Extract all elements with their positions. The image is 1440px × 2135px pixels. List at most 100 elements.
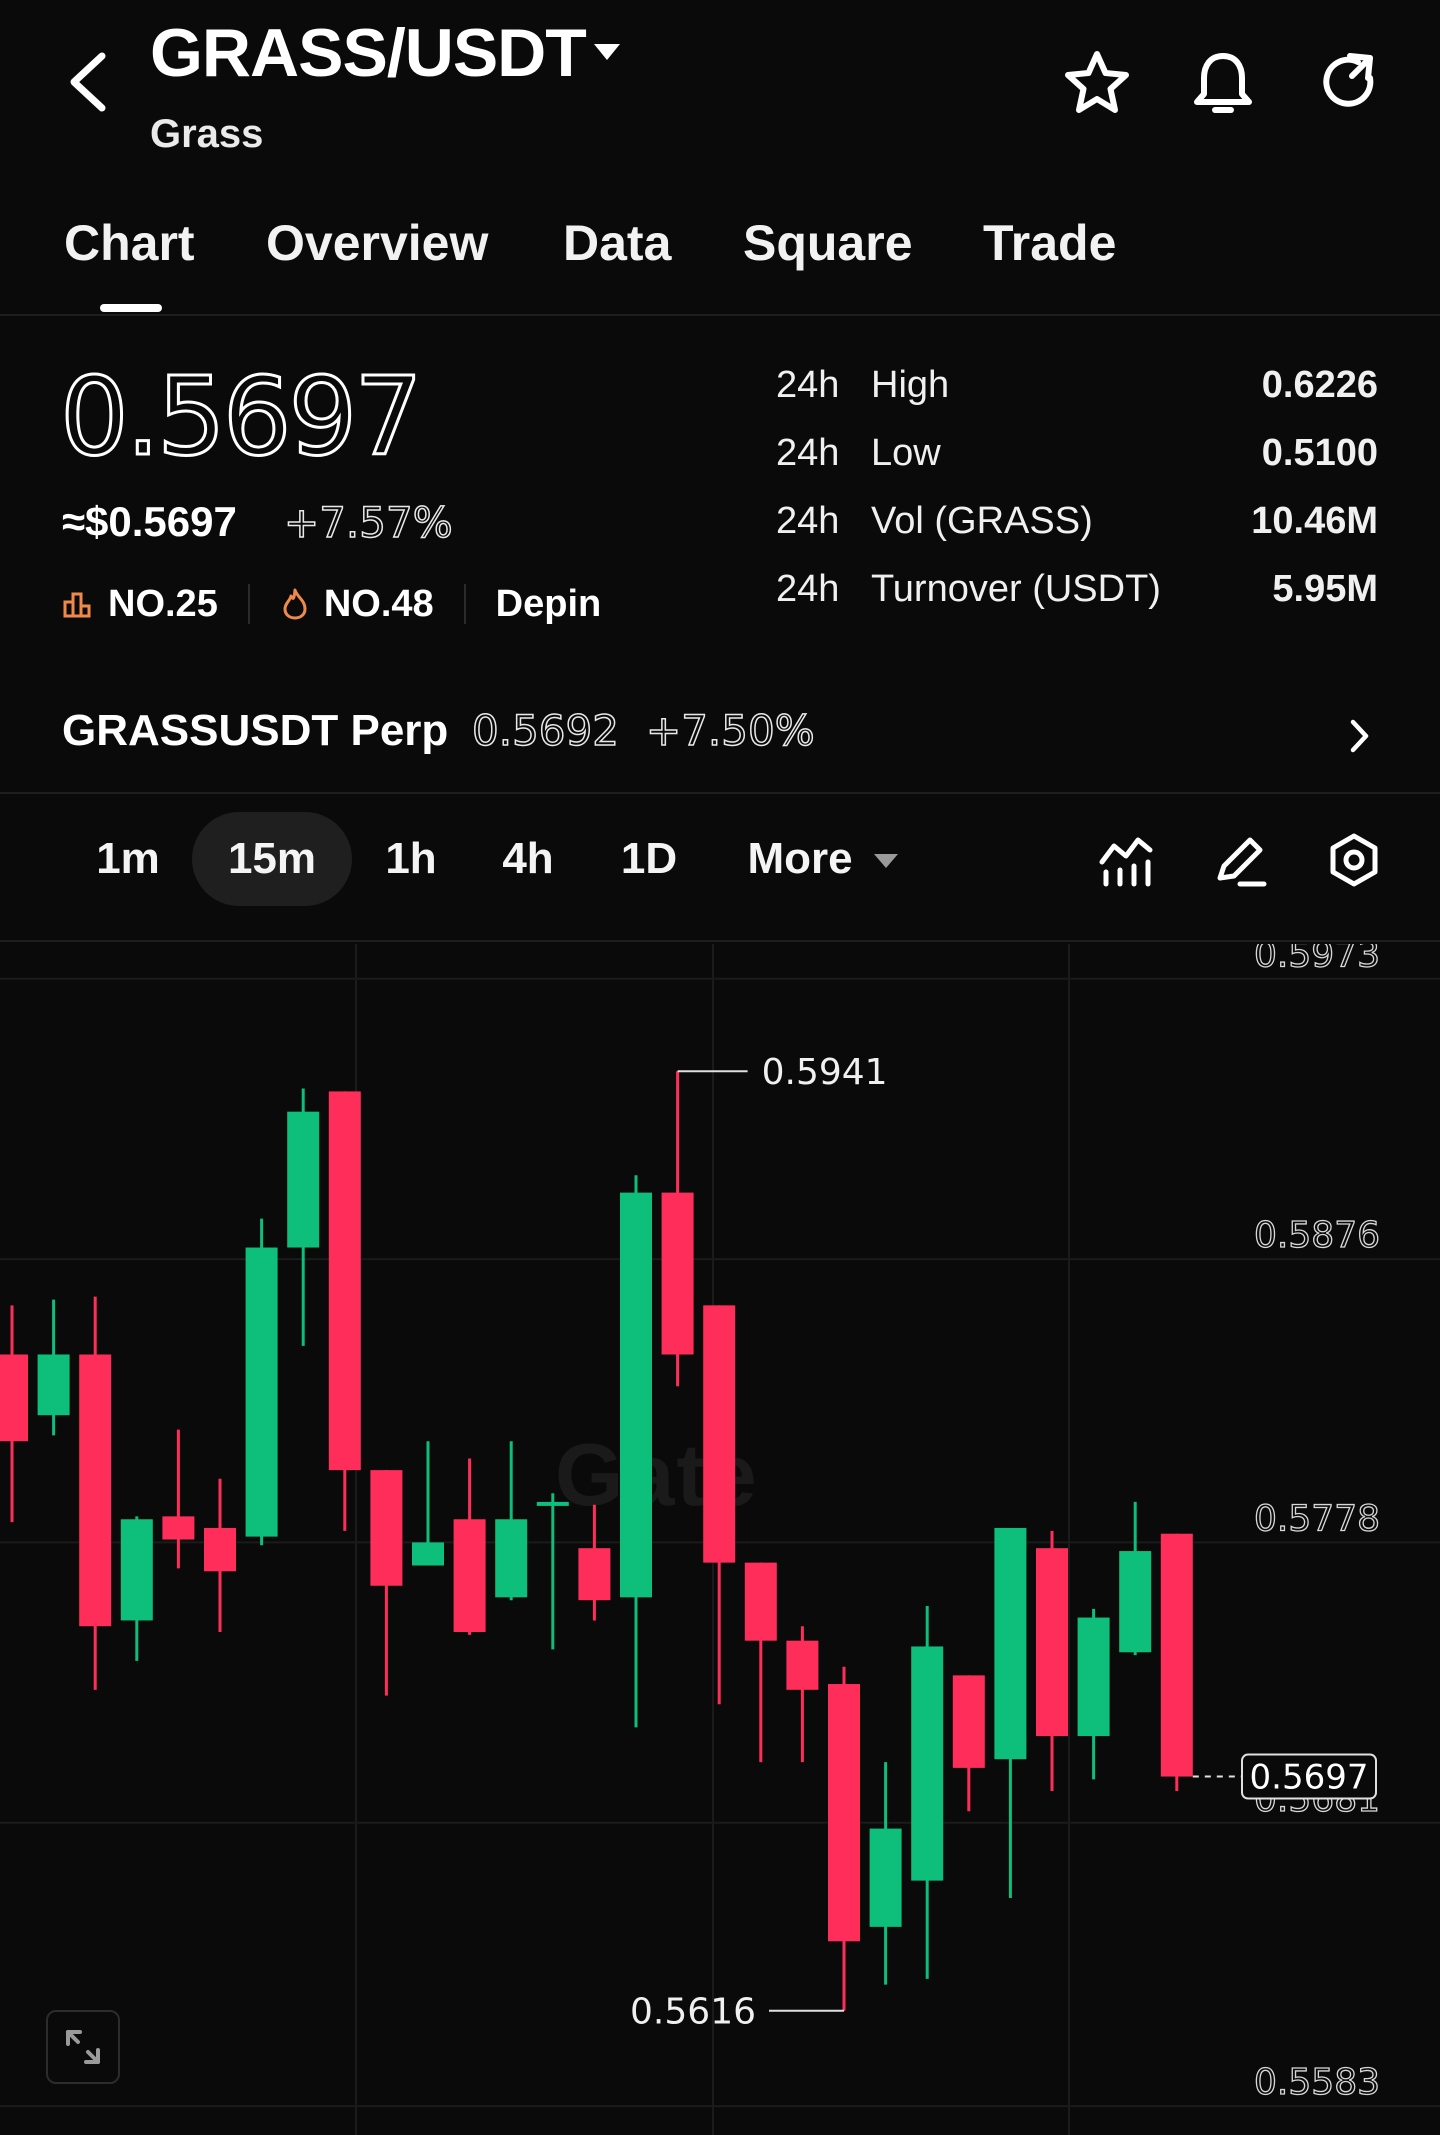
stat-label: Vol (GRASS) [871,500,1093,542]
y-axis-label: 0.5778 [1254,1498,1380,1539]
candle-body [911,1646,944,1881]
candle-body [1077,1617,1110,1737]
candle-body [412,1542,444,1566]
price-usd: ≈$0.5697 [62,498,237,545]
candle-body [162,1516,195,1540]
rank-2: NO.48 [323,582,434,625]
candle-body [786,1640,819,1690]
bar-chart-icon [63,592,91,618]
caret-down-icon[interactable] [872,852,900,870]
candle-body [120,1519,153,1621]
candle-body [495,1519,528,1598]
last-price: 0.5697 [59,354,425,482]
candle-body [453,1519,486,1633]
token-name: Grass [150,112,264,156]
chart-canvas[interactable]: 0.59730.58760.57780.56810.55830.59410.56… [0,944,1440,2135]
candle-body [370,1470,403,1586]
rank-1: NO.25 [108,582,218,625]
stat-row: 24h Vol (GRASS) 10.46M [776,500,1378,568]
interval-1d[interactable]: 1D [596,812,702,906]
chevron-right-icon[interactable] [1344,714,1374,758]
stat-period: 24h [776,364,840,406]
expand-button[interactable] [46,2010,120,2084]
candlestick-chart[interactable]: Gate 0.59730.58760.57780.56810.55830.594… [0,944,1440,2135]
candle-body [578,1548,611,1601]
y-axis-label: 0.5973 [1254,944,1380,976]
candle-body [328,1091,361,1471]
candle-body [1160,1533,1193,1777]
tab-overview[interactable]: Overview [266,214,488,272]
candle-body [1119,1551,1152,1653]
tab-square[interactable]: Square [743,214,913,272]
tab-trade[interactable]: Trade [983,214,1116,272]
stat-value: 10.46M [1251,500,1378,542]
tab-chart[interactable]: Chart [64,214,195,272]
divider [247,584,250,624]
settings-icon[interactable] [1326,832,1382,888]
stat-row: 24h Low 0.5100 [776,432,1378,500]
stat-label: Turnover (USDT) [871,568,1161,610]
bell-icon[interactable] [1188,48,1258,118]
candle-body [245,1247,278,1537]
candle-body [620,1192,652,1598]
candle-body [0,1354,28,1442]
flame-icon [283,588,307,620]
caret-down-icon[interactable] [592,40,622,64]
stat-label: High [871,364,950,406]
candle-body [994,1527,1027,1760]
divider [463,584,466,624]
expand-icon [66,2030,100,2064]
interval-more[interactable]: More [730,812,870,906]
perp-change: +7.50% [645,705,815,756]
active-tab-indicator [100,304,162,312]
stat-value: 0.6226 [1261,364,1378,406]
category-label: Depin [495,582,602,625]
indicator-icon[interactable] [1098,832,1154,888]
stat-row: 24h High 0.6226 [776,364,1378,432]
stat-period: 24h [776,432,840,474]
price-change: +7.57% [283,497,453,548]
y-axis-label: 0.5583 [1254,2062,1380,2103]
pair-title[interactable]: GRASS/USDT [150,14,587,92]
interval-bar: 1m 15m 1h 4h 1D More [0,812,1440,942]
star-icon[interactable] [1062,48,1132,118]
interval-1m[interactable]: 1m [76,812,180,906]
refresh-icon[interactable] [1314,48,1384,118]
stats-panel: 24h High 0.6226 24h Low 0.5100 24h Vol (… [776,364,1378,636]
current-price-label: 0.5697 [1250,1758,1369,1798]
tab-data[interactable]: Data [563,214,671,272]
perp-row[interactable]: GRASSUSDT Perp 0.5692 +7.50% [0,690,1440,794]
perp-price: 0.5692 [471,705,619,756]
low-label: 0.5616 [630,1992,756,2033]
stat-period: 24h [776,500,840,542]
candle-body [869,1828,902,1927]
interval-4h[interactable]: 4h [478,812,578,906]
stat-row: 24h Turnover (USDT) 5.95M [776,568,1378,636]
tab-bar: Chart Overview Data Square Trade [0,200,1440,316]
stat-value: 0.5100 [1261,432,1378,474]
candle-body [204,1527,236,1572]
pencil-icon[interactable] [1212,832,1268,888]
market-cap-rank[interactable]: NO.25 [62,583,218,626]
candle-body [952,1675,985,1768]
y-axis-label: 0.5876 [1254,1215,1380,1256]
candle-body [744,1562,777,1641]
candle-body [661,1192,694,1355]
high-label: 0.5941 [762,1052,888,1093]
candle-body [79,1354,112,1627]
rank-row: NO.25 NO.48 Depin [62,578,601,630]
candle-body [1036,1548,1068,1737]
interval-1h[interactable]: 1h [362,812,460,906]
candle-body [287,1111,320,1248]
stat-value: 5.95M [1272,568,1378,610]
candle-body [536,1501,569,1506]
hot-rank[interactable]: NO.48 [280,583,434,626]
category-tag[interactable]: Depin [496,583,602,626]
back-arrow-icon[interactable] [60,50,116,114]
stat-label: Low [871,432,941,474]
perp-name: GRASSUSDT Perp [62,706,449,755]
interval-15m[interactable]: 15m [192,812,352,906]
candle-body [828,1684,860,1942]
candle-body [37,1354,70,1416]
header: GRASS/USDT Grass [0,0,1440,170]
